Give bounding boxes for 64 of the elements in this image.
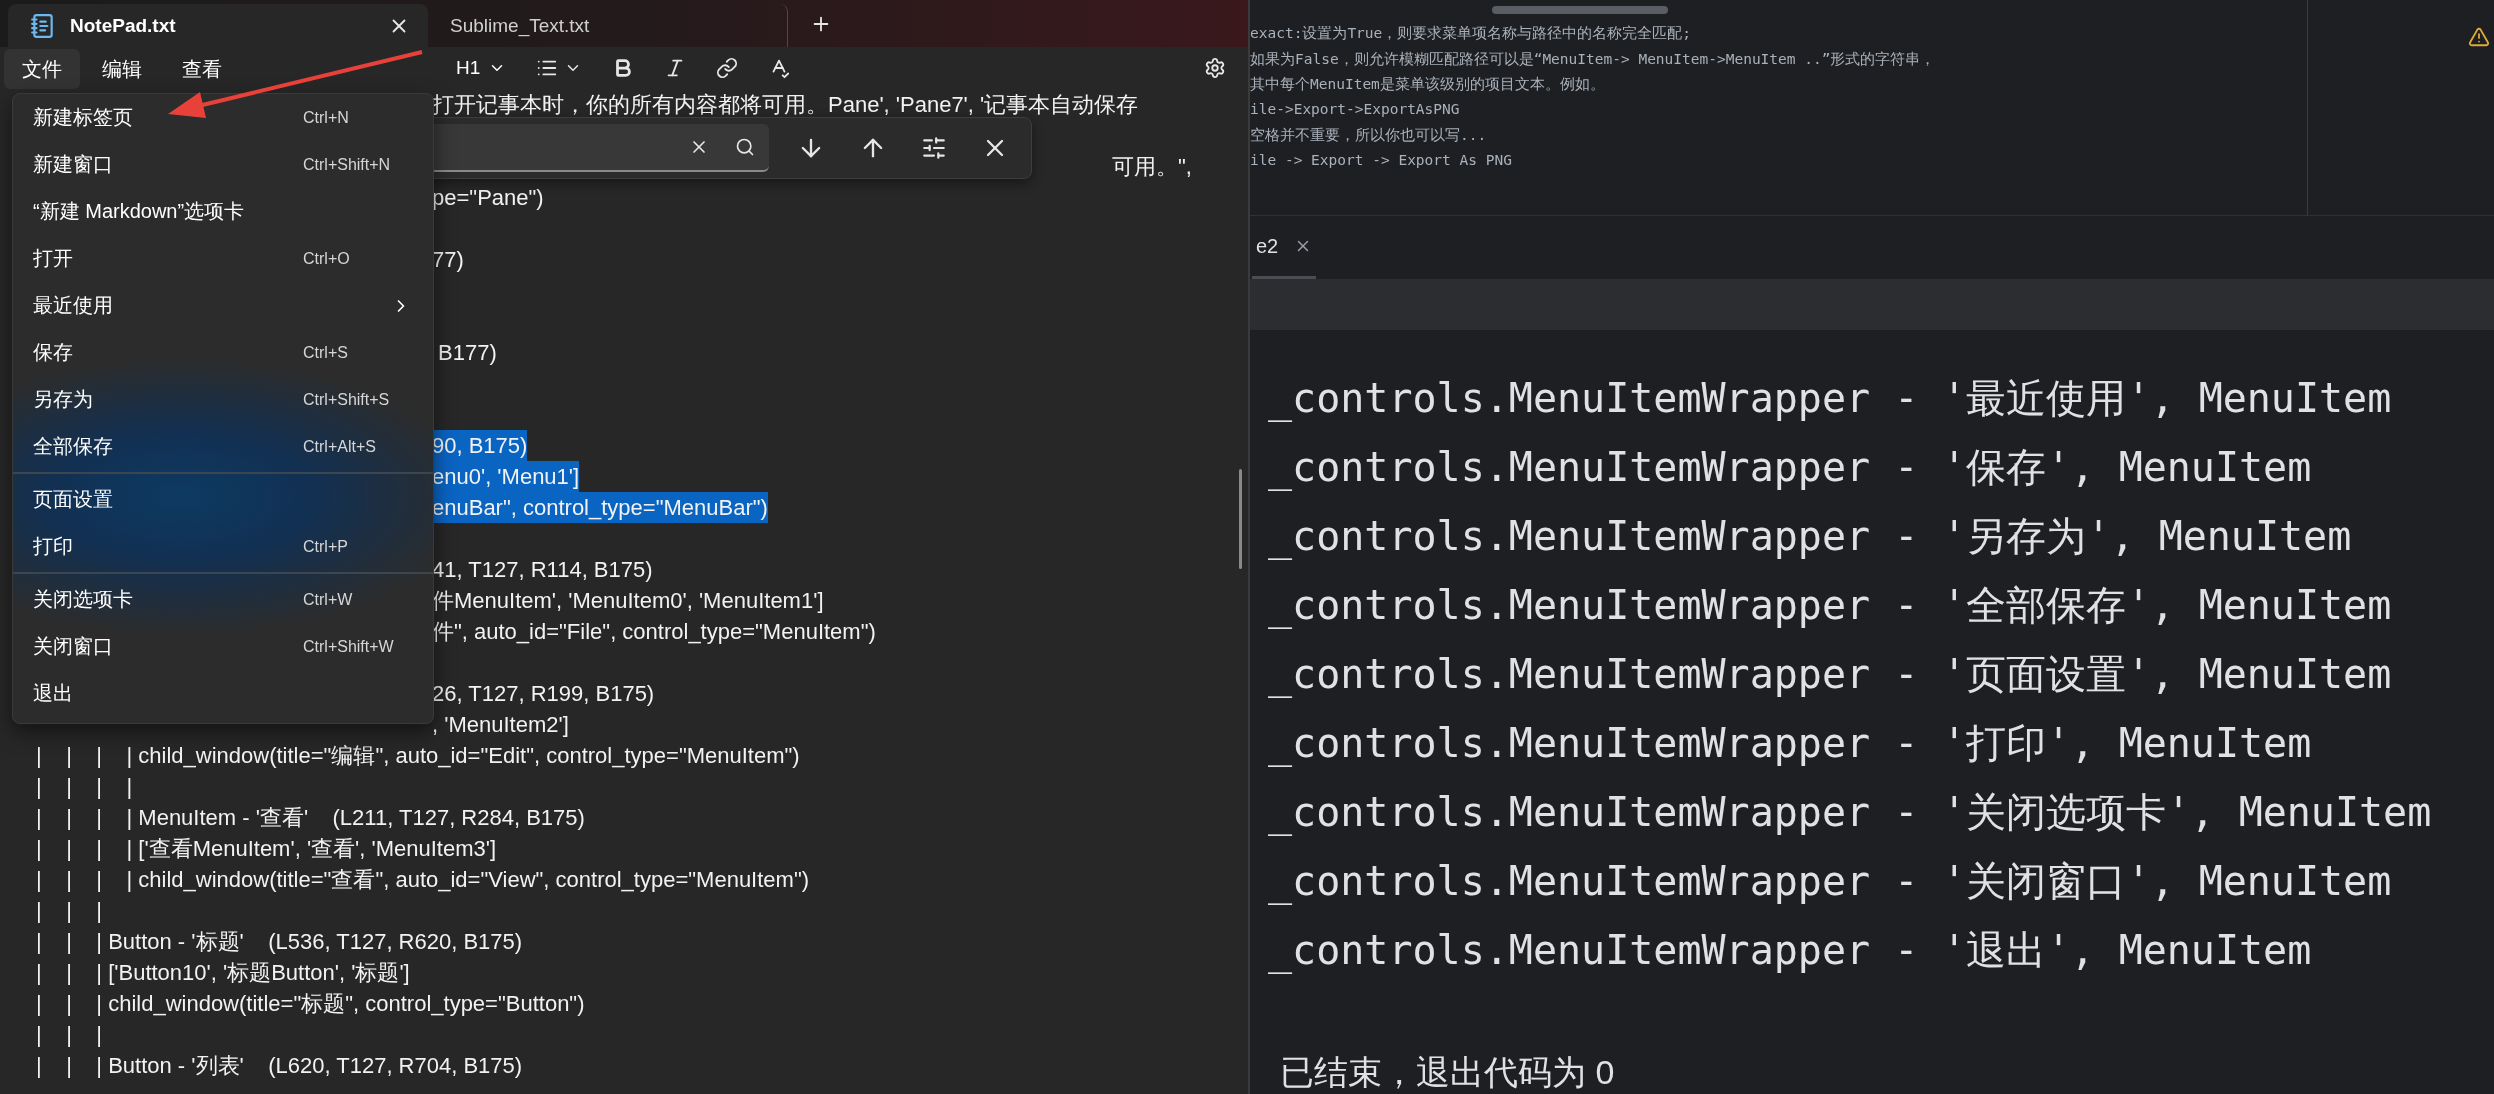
tab[interactable]: NotePad.txt (8, 4, 428, 47)
menu-title[interactable]: 查看 (164, 49, 240, 89)
code-line: 空格并不重要，所以你也可以写... (1250, 126, 1488, 145)
heading-dropdown[interactable]: H1 (456, 57, 507, 79)
menu-item[interactable]: 保存 Ctrl+S (13, 329, 433, 376)
editor-line: 41, T127, R114, B175) (432, 556, 653, 584)
console-line: _controls.MenuItemWrapper - '退出', MenuItem (1268, 926, 2313, 976)
menu-item[interactable]: 新建窗口 Ctrl+Shift+N (13, 141, 433, 188)
menu-item[interactable]: 新建标签页 Ctrl+N (13, 94, 433, 141)
exit-message: 已结束，退出代码为 0 (1279, 1052, 1616, 1093)
editor-line: pe="Pane") (432, 184, 544, 212)
console-line: _controls.MenuItemWrapper - '全部保存', MenuItem (1268, 581, 2393, 631)
menu-item[interactable]: “新建 Markdown”选项卡 (13, 188, 433, 235)
code-line: exact:设置为True，则要求菜单项名称与路径中的名称完全匹配; (1250, 24, 1693, 43)
editor-line: B177) (437, 339, 497, 367)
code-line: ile -> Export -> Export As PNG (1250, 151, 1513, 170)
menu-item[interactable]: 关闭选项卡 Ctrl+W (13, 576, 433, 623)
menu-item[interactable]: 打印 Ctrl+P (13, 523, 433, 570)
menu-item[interactable]: 页面设置 (13, 476, 433, 523)
editor-line: 件", auto_id="File", control_type="MenuItem") (432, 618, 876, 646)
editor-line: | | | (36, 897, 103, 925)
editor-line: | | | ['Button10', '标题Button', '标题'] (36, 959, 410, 987)
editor-line: , 'MenuItem2'] (432, 711, 569, 739)
editor-line: | | | | (36, 773, 133, 801)
sliders-icon[interactable] (921, 135, 947, 161)
search-icon[interactable] (735, 137, 755, 157)
editor-line: | | | | ['查看MenuItem', '查看', 'MenuItem3'] (36, 835, 497, 863)
console-line: _controls.MenuItemWrapper - '关闭窗口', MenuItem (1268, 857, 2393, 907)
editor-line: | | | (36, 1021, 103, 1049)
editor-line: | | | Button - '标题' (L536, T127, R620, B175) (36, 928, 523, 956)
editor-line: | | | | child_window(title="编辑", auto_id="Edit", control_type="MenuItem") (36, 742, 800, 770)
menu-title[interactable]: 文件 (4, 49, 80, 89)
code-line: ile->Export->ExportAsPNG (1250, 100, 1461, 119)
menu-item[interactable]: 最近使用 (13, 282, 433, 329)
notepad-icon (30, 12, 56, 39)
editor-line: 打开记事本时，你的所有内容都将可用。Pane', 'Pane7', '记事本自动保存 (432, 91, 1139, 119)
console-line: _controls.MenuItemWrapper - '关闭选项卡', MenuItem (1268, 788, 2433, 838)
editor-line: | | | child_window(title="标题", control_type="Button") (36, 990, 585, 1018)
tab[interactable]: Sublime_Text.txt (428, 4, 788, 47)
editor-line: | | | | MenuItem - '查看' (L211, T127, R284, B175) (36, 804, 585, 832)
editor-line: | | | | child_window(title="查看", auto_id="View", control_type="MenuItem") (36, 866, 810, 894)
settings-icon[interactable] (1204, 57, 1226, 79)
code-line: 其中每个MenuItem是菜单该级别的项目文本。例如。 (1250, 75, 1606, 94)
code-line: 如果为False，则允许模糊匹配路径可以是“MenuItem-> MenuItem->MenuItem ..”形式的字符串， (1250, 49, 1937, 69)
editor-line: | | | Button - '列表' (L620, T127, R704, B175) (36, 1052, 523, 1080)
menu-item[interactable]: 关闭窗口 Ctrl+Shift+W (13, 623, 433, 670)
menu-title[interactable]: 编辑 (84, 49, 160, 89)
editor-line: 77) (432, 246, 464, 274)
link-icon[interactable] (716, 57, 739, 79)
menu-item[interactable]: 全部保存 Ctrl+Alt+S (13, 423, 433, 470)
warning-icon (2468, 26, 2490, 48)
scrollbar-thumb[interactable] (1492, 6, 1668, 14)
console-line: _controls.MenuItemWrapper - '打印', MenuItem (1268, 719, 2313, 769)
menu-item[interactable]: 另存为 Ctrl+Shift+S (13, 376, 433, 423)
console-line: _controls.MenuItemWrapper - '保存', MenuItem (1268, 443, 2313, 493)
editor-line: 可用。", (1112, 153, 1192, 181)
console-line: _controls.MenuItemWrapper - '最近使用', MenuItem (1268, 374, 2393, 424)
editor-line: 件MenuItem', 'MenuItem0', 'MenuItem1'] (432, 587, 824, 615)
menu-item[interactable]: 打开 Ctrl+O (13, 235, 433, 282)
console-line: _controls.MenuItemWrapper - '另存为', MenuItem (1268, 512, 2353, 562)
menu-item[interactable]: 退出 (13, 670, 433, 717)
scrollbar-thumb[interactable] (1239, 469, 1242, 569)
console-line: _controls.MenuItemWrapper - '页面设置', MenuItem (1268, 650, 2393, 700)
editor-line: 26, T127, R199, B175) (432, 680, 655, 708)
